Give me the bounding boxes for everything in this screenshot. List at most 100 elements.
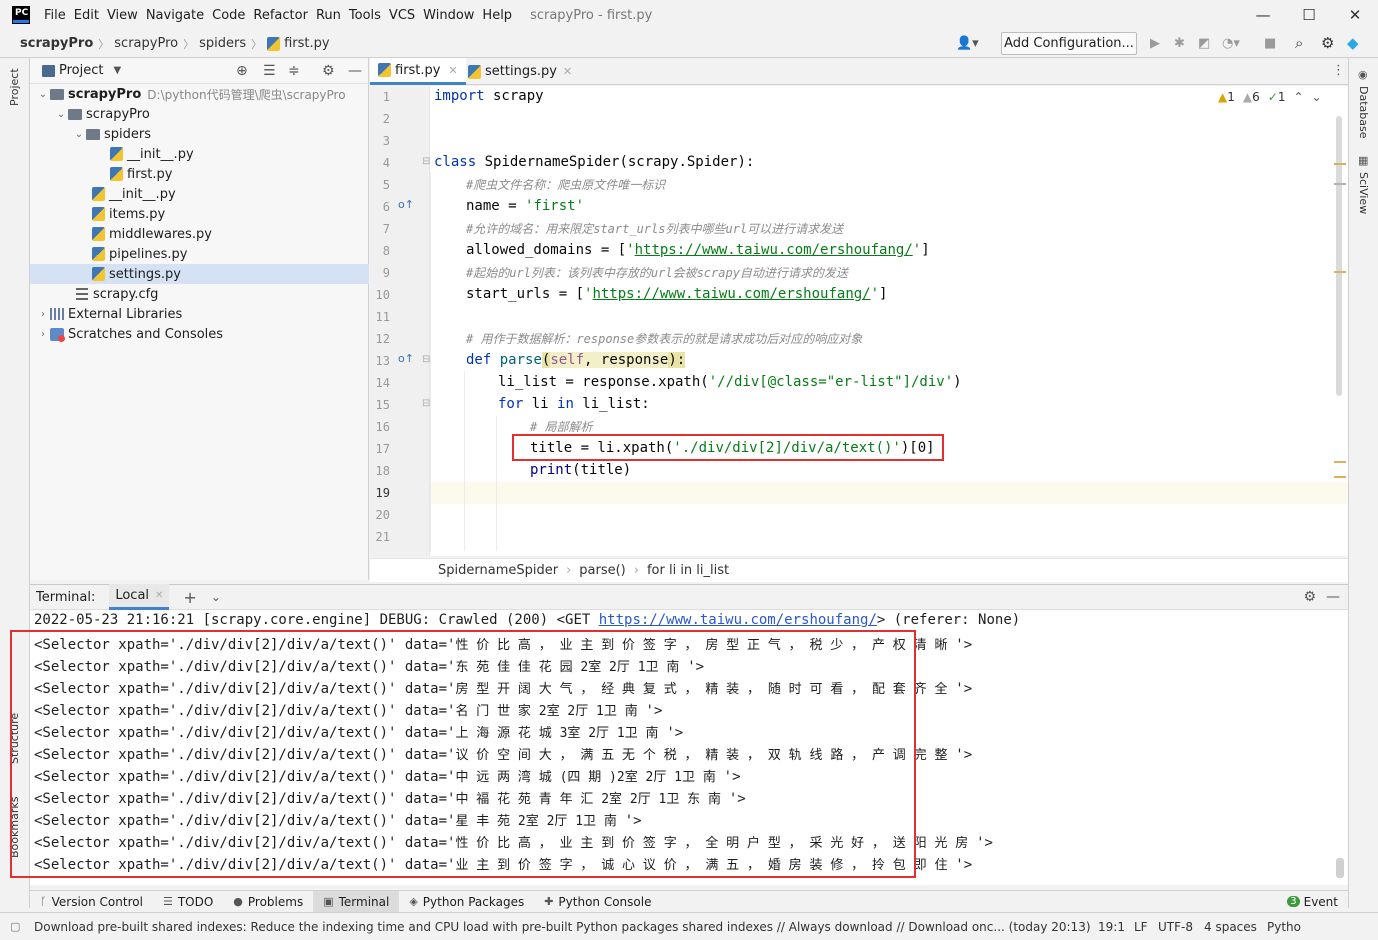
menu-run[interactable]: Run [312, 8, 345, 23]
debug-icon[interactable]: ✱ [1174, 36, 1185, 51]
python-console-tab[interactable]: ✚ Python Console [534, 891, 661, 913]
code-editor[interactable]: import scrapy class SpidernameSpider(scr… [430, 86, 1348, 556]
breadcrumb-function[interactable]: parse() [579, 563, 625, 578]
tree-item-middlewares-py[interactable]: middlewares.py [30, 224, 369, 244]
tree-item-spiders[interactable]: ⌄ spiders [30, 124, 369, 144]
chevron-up-icon[interactable]: ⌃ [1293, 90, 1303, 104]
tab-settings-py[interactable]: settings.py ✕ [460, 58, 580, 85]
panel-toggle-icon[interactable]: ▢ [10, 920, 20, 933]
database-tool-tab[interactable]: Database [1357, 86, 1370, 139]
tree-item-scratches[interactable]: › Scratches and Consoles [30, 324, 369, 344]
coverage-icon[interactable]: ◩ [1198, 36, 1210, 51]
close-tab-icon[interactable]: ✕ [563, 65, 572, 78]
menu-file[interactable]: File [40, 8, 70, 23]
line-number: 12 [375, 332, 390, 346]
close-button[interactable]: ✕ [1332, 0, 1378, 30]
collapse-all-icon[interactable]: ≑ [288, 63, 300, 79]
tree-item-scrapy-cfg[interactable]: scrapy.cfg [30, 284, 369, 304]
breadcrumb-folder[interactable]: spiders [199, 36, 246, 51]
menu-vcs[interactable]: VCS [385, 8, 419, 23]
menu-view[interactable]: View [103, 8, 142, 23]
project-panel-title[interactable]: Project [59, 63, 103, 78]
settings-gear-icon[interactable]: ⚙ [1321, 34, 1334, 52]
hide-panel-icon[interactable]: — [348, 63, 362, 79]
breadcrumb-loop[interactable]: for li in li_list [647, 563, 729, 578]
search-icon[interactable]: ⌕ [1295, 34, 1303, 52]
menu-window[interactable]: Window [419, 8, 478, 23]
jetbrains-toolbox-icon[interactable]: ◆ [1347, 34, 1359, 52]
event-log-tab[interactable]: 3 Event [1277, 891, 1348, 913]
tree-item-spiders-init[interactable]: __init__.py [30, 144, 369, 164]
error-stripe-mark[interactable] [1334, 461, 1346, 463]
terminal-scrollbar[interactable] [1336, 858, 1344, 878]
maximize-button[interactable]: ☐ [1286, 0, 1332, 30]
override-marker-icon[interactable]: o↑ [398, 198, 414, 211]
chevron-down-icon[interactable]: ⌄ [54, 109, 68, 120]
line-separator[interactable]: LF [1134, 920, 1148, 934]
status-message[interactable]: Download pre-built shared indexes: Reduc… [34, 920, 1091, 934]
menu-code[interactable]: Code [208, 8, 249, 23]
editor-scrollbar[interactable] [1336, 116, 1342, 396]
minimize-button[interactable]: — [1240, 0, 1286, 30]
sciview-tool-tab[interactable]: SciView [1357, 172, 1370, 214]
chevron-down-icon[interactable]: ⌄ [211, 590, 221, 604]
tree-item-items-py[interactable]: items.py [30, 204, 369, 224]
tree-item-init[interactable]: __init__.py [30, 184, 369, 204]
breadcrumb-class[interactable]: SpidernameSpider [438, 563, 558, 578]
tree-item-root[interactable]: ⌄ scrapyPro D:\python代码管理\爬虫\scrapyPro [30, 84, 369, 104]
override-marker-icon[interactable]: o↑ [398, 352, 414, 365]
expand-all-icon[interactable]: ☰ [263, 63, 276, 79]
tree-item-settings-py[interactable]: settings.py [30, 264, 369, 284]
error-stripe-mark[interactable] [1334, 183, 1346, 185]
chevron-down-icon[interactable]: ⌄ [1312, 90, 1322, 104]
indent-setting[interactable]: 4 spaces [1204, 920, 1257, 934]
tree-item-first-py[interactable]: first.py [30, 164, 369, 184]
terminal-output[interactable]: 2022-05-23 21:16:21 [scrapy.core.engine]… [10, 610, 1348, 885]
tree-item-pipelines-py[interactable]: pipelines.py [30, 244, 369, 264]
panel-settings-icon[interactable]: ⚙ [322, 63, 335, 79]
breadcrumb-file[interactable]: first.py [284, 36, 329, 51]
tree-item-label: spiders [104, 126, 152, 142]
terminal-settings-icon[interactable]: ⚙ [1303, 589, 1316, 605]
tab-first-py[interactable]: first.py ✕ [370, 58, 466, 85]
chevron-right-icon[interactable]: › [36, 329, 50, 340]
terminal-tab[interactable]: ▣ Terminal [313, 890, 400, 913]
problems-tab[interactable]: ● Problems [223, 891, 313, 913]
todo-tab[interactable]: ☰ TODO [153, 891, 223, 913]
file-encoding[interactable]: UTF-8 [1158, 920, 1193, 934]
python-interpreter[interactable]: Pytho [1267, 920, 1301, 934]
more-tabs-icon[interactable]: ⋮ [1332, 63, 1345, 78]
tree-item-package[interactable]: ⌄ scrapyPro [30, 104, 369, 124]
chevron-down-icon[interactable]: ⌄ [72, 129, 86, 140]
close-tab-icon[interactable]: ✕ [448, 64, 457, 77]
close-tab-icon[interactable]: ✕ [155, 590, 163, 601]
menu-navigate[interactable]: Navigate [142, 8, 208, 23]
new-terminal-icon[interactable]: + [183, 588, 196, 607]
menu-edit[interactable]: Edit [70, 8, 103, 23]
menu-help[interactable]: Help [478, 8, 516, 23]
menu-tools[interactable]: Tools [345, 8, 385, 23]
user-icon[interactable]: 👤▾ [956, 36, 979, 51]
inspection-widget[interactable]: ▲1 ▲6 ✓1 ⌃ ⌄ [1218, 90, 1322, 104]
caret-position[interactable]: 19:1 [1098, 920, 1125, 934]
tree-item-external-libraries[interactable]: › External Libraries [30, 304, 369, 324]
menu-refactor[interactable]: Refactor [249, 8, 312, 23]
stop-icon[interactable]: ■ [1264, 36, 1276, 51]
version-control-tab[interactable]: ᚴ Version Control [30, 891, 153, 913]
chevron-down-icon[interactable]: ▼ [113, 65, 121, 76]
chevron-right-icon[interactable]: › [36, 309, 50, 320]
add-configuration-button[interactable]: Add Configuration... [1001, 32, 1137, 55]
chevron-down-icon[interactable]: ⌄ [36, 89, 50, 100]
hide-terminal-icon[interactable]: — [1326, 589, 1340, 605]
breadcrumb-package[interactable]: scrapyPro [114, 36, 178, 51]
terminal-tab-local[interactable]: Local ✕ [109, 584, 170, 610]
error-stripe-mark[interactable] [1334, 271, 1346, 273]
profile-icon[interactable]: ◔▾ [1222, 36, 1240, 51]
error-stripe-mark[interactable] [1334, 476, 1346, 478]
breadcrumb-project[interactable]: scrapyPro [20, 36, 93, 51]
python-packages-tab[interactable]: ◈ Python Packages [399, 891, 534, 913]
locate-icon[interactable]: ⊕ [236, 63, 248, 79]
error-stripe-mark[interactable] [1334, 163, 1346, 165]
project-tool-tab[interactable]: Project [8, 68, 21, 106]
run-icon[interactable]: ▶ [1150, 36, 1160, 51]
